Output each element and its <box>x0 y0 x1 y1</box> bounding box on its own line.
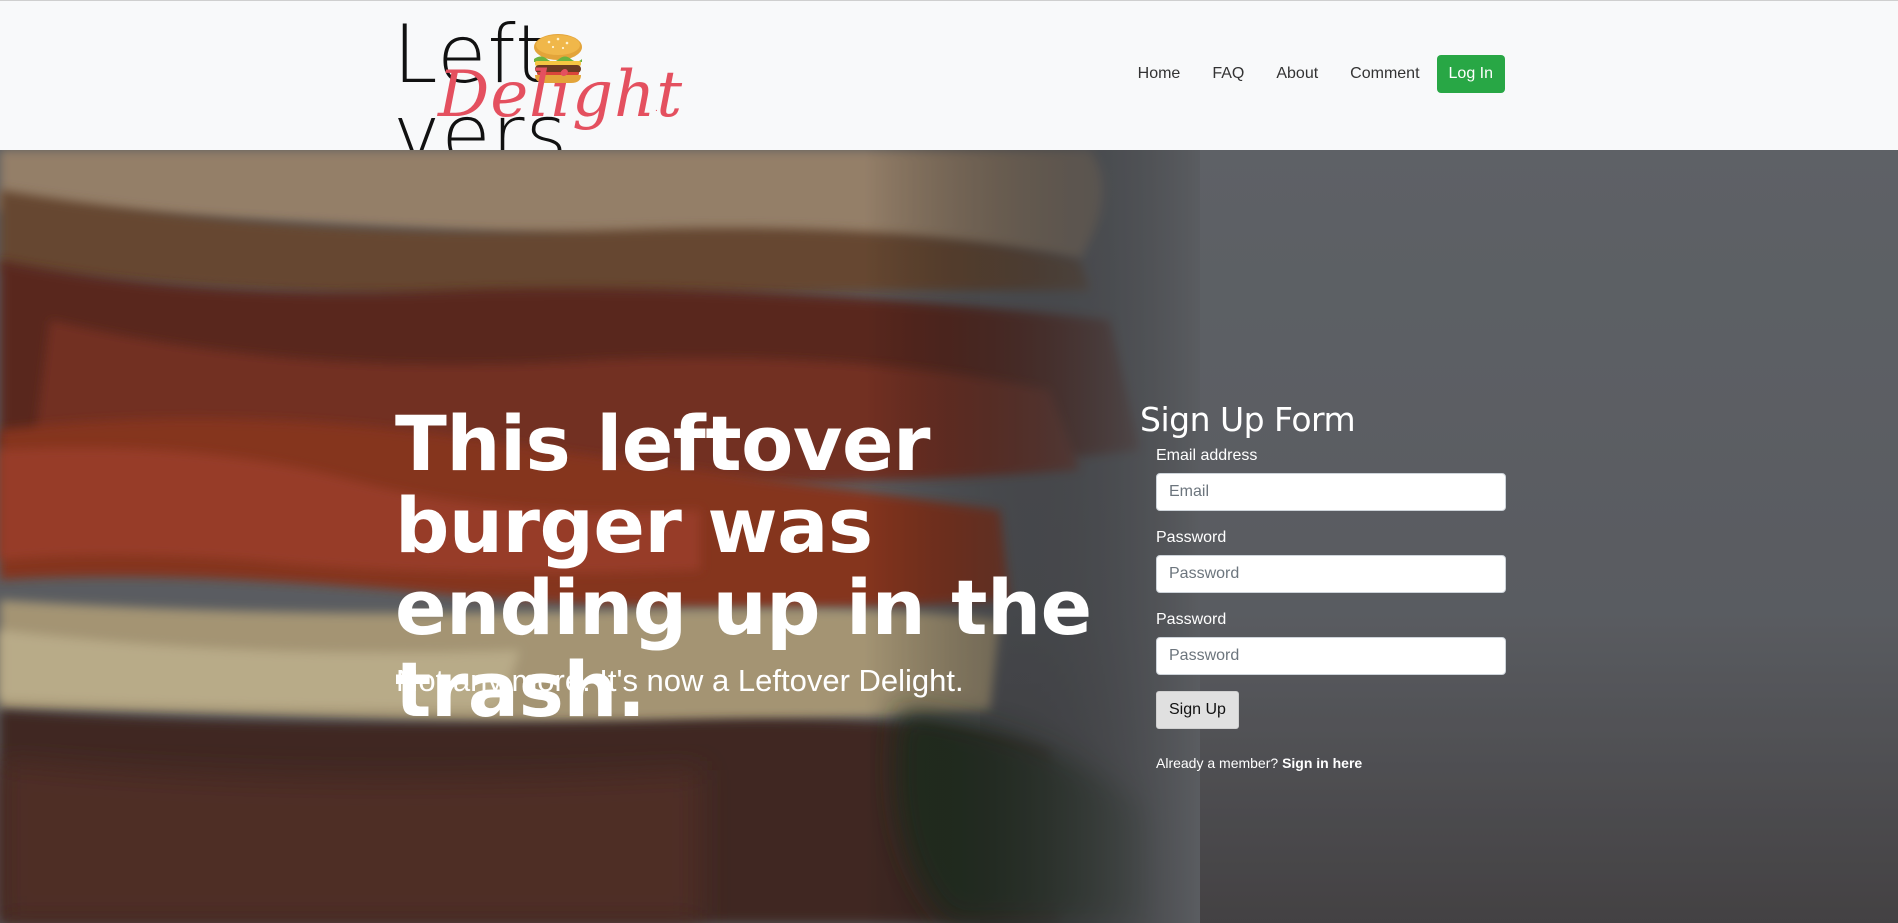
logo-mark: . <box>655 103 658 114</box>
signin-link[interactable]: Sign in here <box>1282 755 1362 771</box>
main-nav: Home FAQ About Comment Log In <box>1138 55 1505 93</box>
email-label: Email address <box>1156 447 1258 464</box>
navbar: Leftvers Delight . Home FAQ About Commen… <box>0 0 1898 175</box>
logo-script: Delight <box>438 58 684 132</box>
confirm-password-group: Password <box>1156 611 1506 675</box>
password-label: Password <box>1156 529 1227 546</box>
confirm-password-input[interactable] <box>1156 637 1506 675</box>
login-button[interactable]: Log In <box>1436 55 1505 93</box>
email-group: Email address <box>1156 447 1506 511</box>
form-title: Sign Up Form <box>1140 400 1356 439</box>
hero-section: This leftover burger was ending up in th… <box>0 150 1898 923</box>
nav-comment[interactable]: Comment <box>1350 65 1419 83</box>
password-input[interactable] <box>1156 555 1506 593</box>
confirm-password-label: Password <box>1156 611 1227 628</box>
signup-button[interactable]: Sign Up <box>1156 691 1239 729</box>
nav-faq[interactable]: FAQ <box>1212 65 1244 83</box>
member-prompt: Already a member? Sign in here <box>1156 755 1506 771</box>
hero-subheadline: Not any more. It's now a Leftover Deligh… <box>396 663 964 698</box>
nav-home[interactable]: Home <box>1138 65 1181 83</box>
email-input[interactable] <box>1156 473 1506 511</box>
brand-logo[interactable]: Leftvers Delight . <box>393 15 753 175</box>
nav-about[interactable]: About <box>1276 65 1318 83</box>
signup-form: Sign Up Form Email address Password Pass… <box>1140 400 1506 771</box>
member-text: Already a member? <box>1156 755 1279 771</box>
password-group: Password <box>1156 529 1506 593</box>
